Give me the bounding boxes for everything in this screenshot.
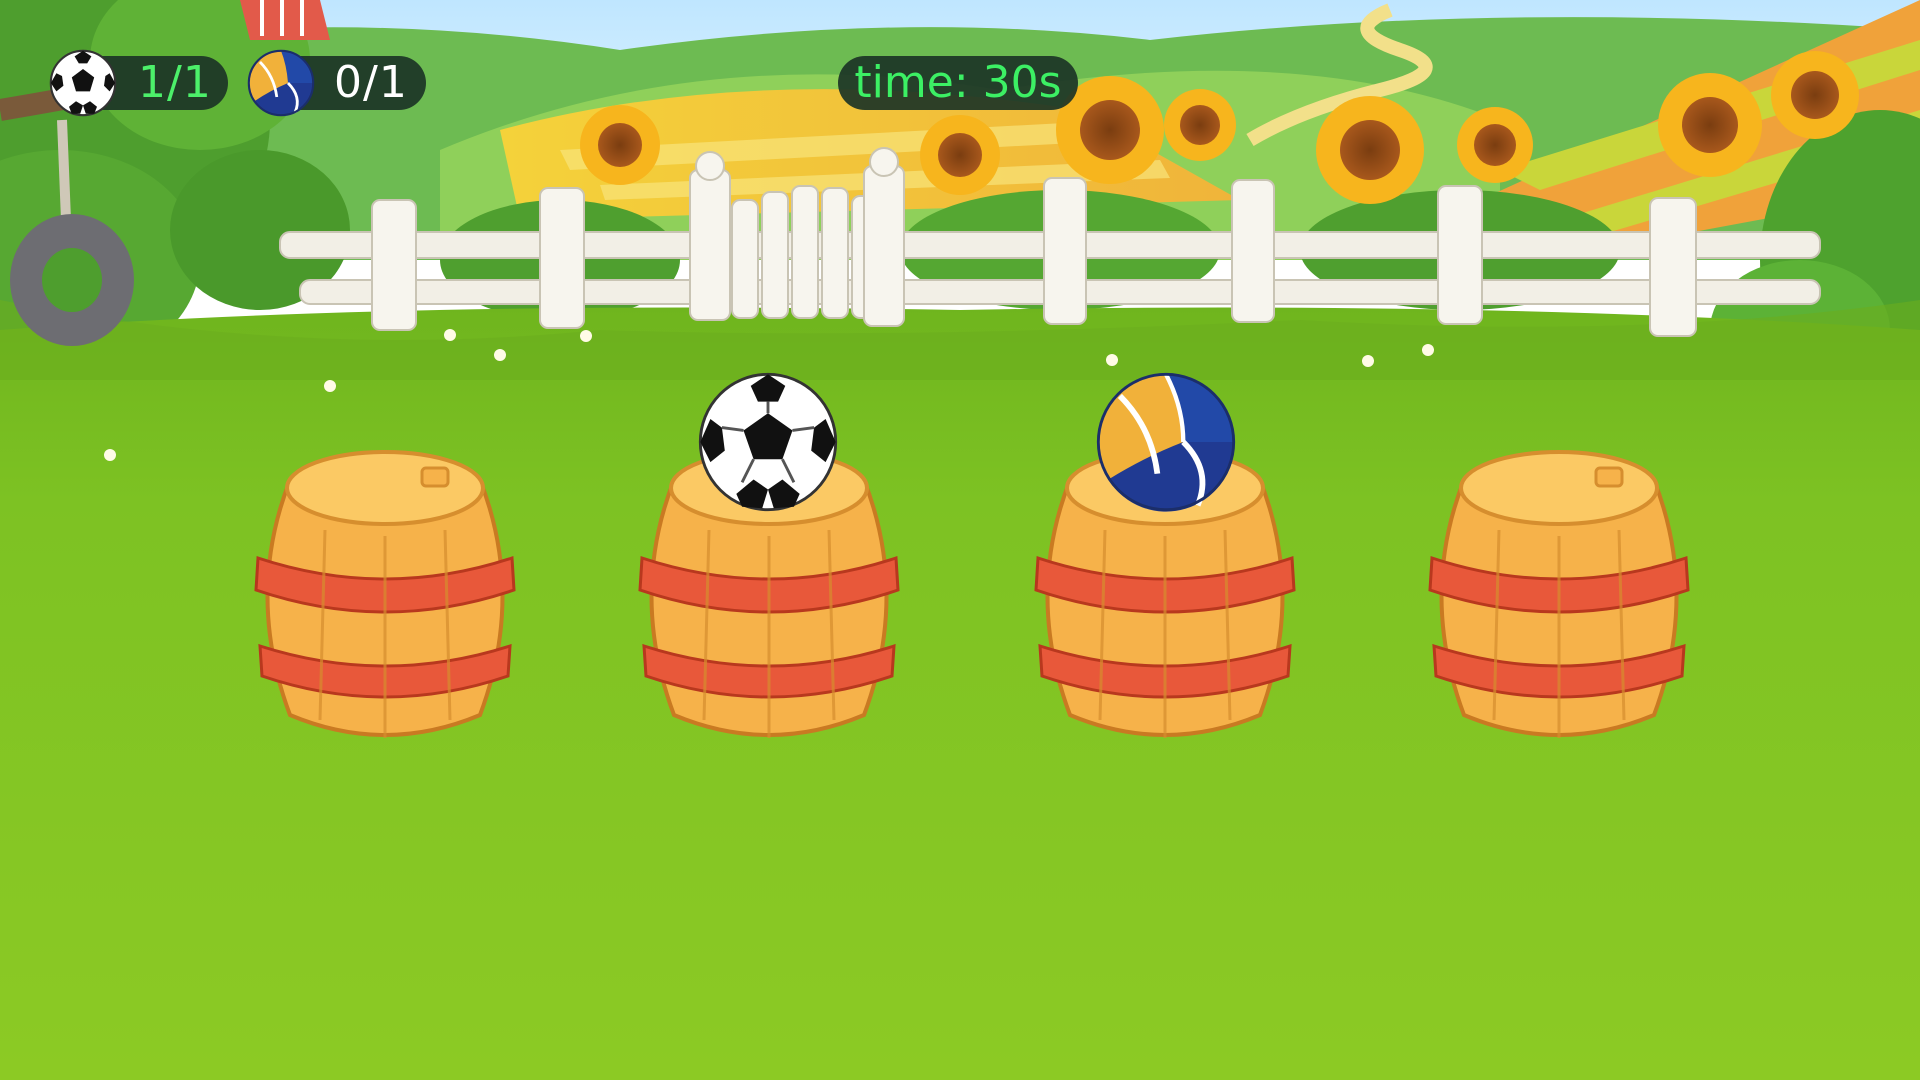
volleyball-on-barrel[interactable] [1094, 370, 1238, 514]
soccer-ball-count: 1/1 [138, 57, 212, 108]
soccer-ball-icon [49, 49, 117, 117]
barrel-1[interactable] [250, 440, 520, 750]
timer-text: time: 30s [854, 57, 1062, 108]
volleyball-count: 0/1 [334, 57, 408, 108]
soccer-ball-on-barrel[interactable] [696, 370, 840, 514]
timer-display: time: 30s [838, 56, 1078, 110]
barrel-4[interactable] [1424, 440, 1694, 750]
volleyball-icon [247, 49, 315, 117]
game-stage: 1/1 0/1 time: 30s [0, 0, 1920, 1080]
